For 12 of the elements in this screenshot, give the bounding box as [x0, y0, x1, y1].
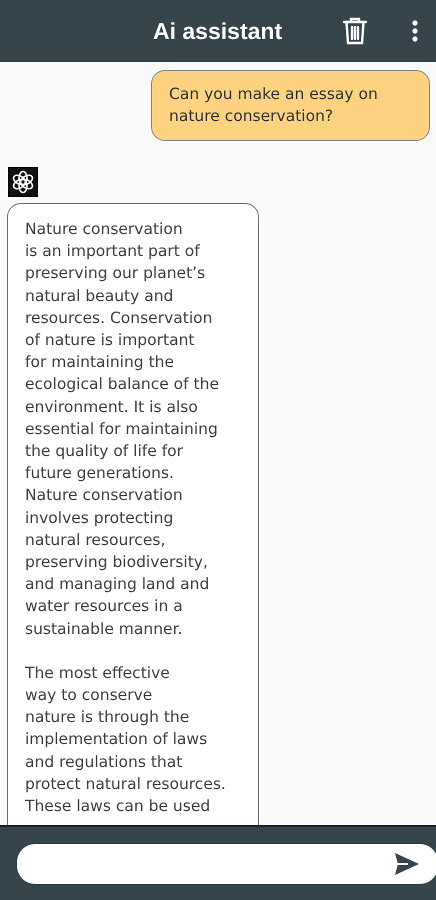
message-paragraph: The most effective way to conserve nature is through the implementation of laws and regulations that protect natural resources. These laws can be used [25, 662, 227, 818]
send-icon [394, 852, 420, 876]
more-icon [412, 20, 418, 42]
user-message: Can you make an essay on nature conservation? [151, 70, 430, 141]
send-button[interactable] [394, 852, 420, 876]
bot-avatar-icon [8, 167, 38, 197]
message-input[interactable] [17, 844, 436, 884]
trash-icon [342, 16, 368, 46]
delete-button[interactable] [342, 16, 368, 46]
more-button[interactable] [412, 20, 418, 42]
app-title: Ai assistant [153, 18, 282, 44]
message-paragraph: Nature conservation is an important part of preserving our planet’s natural beauty and resources. Conservation of nature is important for maintaining the ecological balance of the environment. It is also essential for maintaining the quality of life for future generations. Nature conservation involves protecting natural resources, preserving biodiversity, and managing land and water resources in a sustainable manner. [25, 219, 220, 640]
